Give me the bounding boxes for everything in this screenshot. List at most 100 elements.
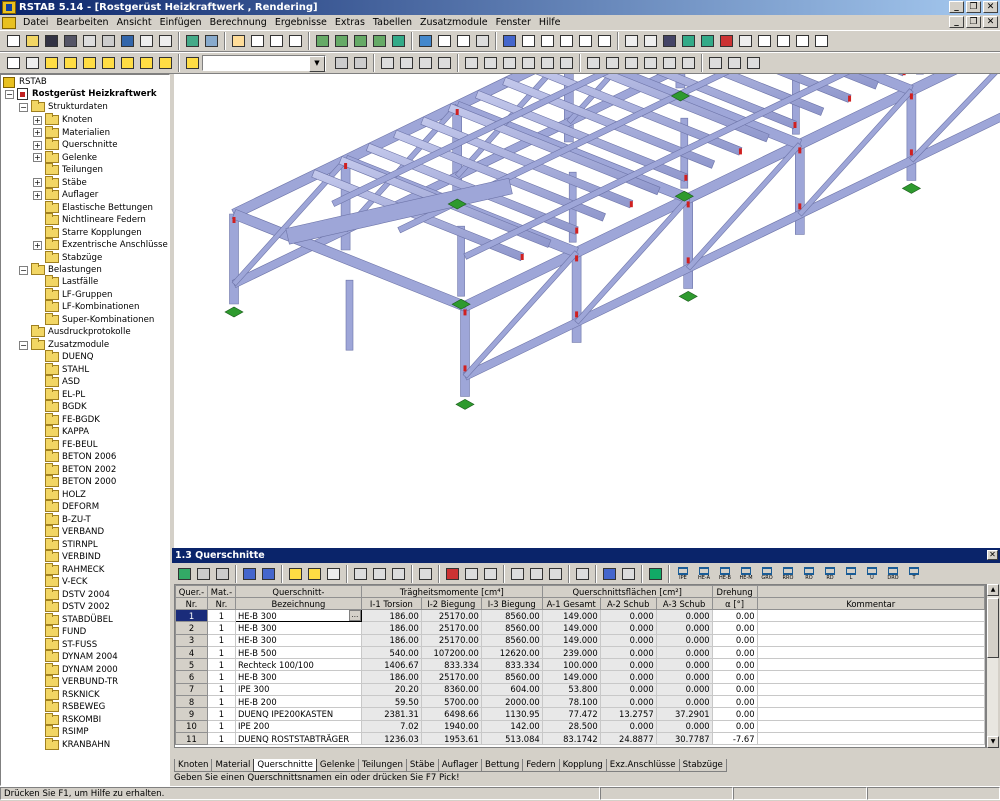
column-7[interactable] [572,252,581,342]
cell-nr[interactable]: 11 [176,732,208,744]
table-row[interactable]: 71IPE 30020.208360.00604.0053.8000.0000.… [176,683,985,695]
column-0[interactable] [230,214,239,304]
row-delete-icon[interactable] [370,565,388,583]
cell-mat[interactable]: 1 [207,683,235,695]
col-kommentar[interactable]: Kommentar [757,598,984,610]
tab-querschnitte[interactable]: Querschnitte [253,759,317,772]
tab-bettung[interactable]: Bettung [481,759,523,772]
table-row[interactable]: 41HE-B 500540.00107200.0012620.00239.000… [176,646,985,658]
col-a1[interactable]: A-1 Gesamt [542,598,600,610]
cell-a2[interactable]: 0.000 [600,646,656,658]
col-i2[interactable]: I-2 Biegung [421,598,481,610]
support-71[interactable] [679,291,697,301]
cell-nr[interactable]: 4 [176,646,208,658]
tab-sta-be[interactable]: Stäbe [406,759,439,772]
tree-struktur[interactable]: − Strukturdaten [19,101,108,114]
member-icon[interactable] [679,32,697,50]
tree-module-beton-2002[interactable]: BETON 2002 [45,464,116,477]
tree-module-st-fuss[interactable]: ST-FUSS [45,639,97,652]
window-icon[interactable] [519,32,537,50]
copy-icon[interactable] [137,54,155,72]
save-icon[interactable] [42,32,60,50]
moment-icon[interactable] [500,54,518,72]
cell-a2[interactable]: 0.000 [600,720,656,732]
cell-i2[interactable]: 25170.00 [421,610,481,622]
tree-module-rahmeck[interactable]: RAHMECK [45,564,104,577]
section-dro-icon[interactable]: DRO [883,565,903,583]
cell-nr[interactable]: 10 [176,720,208,732]
cell-komm[interactable] [757,696,984,708]
zoom-icon[interactable] [248,32,266,50]
rendered-steel-structure[interactable] [174,74,1000,548]
cell-mat[interactable]: 1 [207,708,235,720]
cell-a1[interactable]: 53.800 [542,683,600,695]
menu-tabellen[interactable]: Tabellen [369,17,416,28]
cell-mat[interactable]: 1 [207,720,235,732]
tree-item-stabzu-ge[interactable]: Stabzüge [33,252,102,265]
prev-icon[interactable] [332,54,350,72]
cell-a3[interactable]: 0.000 [656,720,712,732]
cell-alpha[interactable]: -7.67 [712,732,757,744]
tree-item-auflager[interactable]: +Auflager [33,189,98,202]
table-scrollbar[interactable]: ▲ ▼ [986,584,998,748]
cell-alpha[interactable]: 0.00 [712,671,757,683]
cell-komm[interactable] [757,708,984,720]
load-icon[interactable] [473,32,491,50]
tree-module-beton-2000[interactable]: BETON 2000 [45,476,116,489]
cell-nr[interactable]: 2 [176,622,208,634]
cell-name[interactable]: HE-B 300 [235,634,361,646]
cell-komm[interactable] [757,671,984,683]
shear-icon[interactable] [519,54,537,72]
cell-i3[interactable]: 8560.00 [481,634,542,646]
import-icon[interactable] [194,565,212,583]
menu-einfuegen[interactable]: Einfügen [156,17,206,28]
cell-a1[interactable]: 149.000 [542,610,600,622]
tree-ausdruck[interactable]: Ausdruckprotokolle [31,326,131,339]
cell-i1[interactable]: 7.02 [361,720,421,732]
arrow-right-icon[interactable] [259,565,277,583]
expand-icon[interactable]: + [33,191,42,200]
tree-module-verbind[interactable]: VERBIND [45,551,101,564]
library-icon[interactable] [600,565,618,583]
cell-a1[interactable]: 239.000 [542,646,600,658]
settings-icon[interactable] [573,565,591,583]
scroll-up-icon[interactable]: ▲ [987,584,999,596]
tree-module-stirnpl[interactable]: STIRNPL [45,539,98,552]
tree-root[interactable]: RSTAB [3,76,47,89]
row-insert-icon[interactable] [351,565,369,583]
cell-a3[interactable]: 37.2901 [656,708,712,720]
column-12[interactable] [346,280,353,350]
restore-button[interactable]: ❐ [966,1,981,13]
measure-icon[interactable] [774,32,792,50]
cell-name[interactable]: HE-B 300 [235,671,361,683]
view-x-icon[interactable] [332,32,350,50]
cell-mat[interactable]: 1 [207,622,235,634]
col-quer[interactable]: Nr. [176,598,208,610]
report-icon[interactable] [744,54,762,72]
expand-icon[interactable]: + [33,178,42,187]
cell-name[interactable]: Rechteck 100/100 [235,659,361,671]
view-iso-icon[interactable] [313,32,331,50]
cell-i3[interactable]: 8560.00 [481,622,542,634]
cell-name[interactable]: HE-B 200 [235,696,361,708]
section-he-a-icon[interactable]: HE-A [694,565,714,583]
col-a3[interactable]: A-3 Schub [656,598,712,610]
cell-i3[interactable]: 8560.00 [481,610,542,622]
scale-icon[interactable] [660,54,678,72]
torsion-icon[interactable] [557,54,575,72]
filter-off-icon[interactable] [305,565,323,583]
tree-item-lf-kombinationen[interactable]: LF-Kombinationen [45,301,139,314]
cell-komm[interactable] [757,622,984,634]
cell-alpha[interactable]: 0.00 [712,720,757,732]
cell-i1[interactable]: 186.00 [361,622,421,634]
cell-i1[interactable]: 540.00 [361,646,421,658]
cell-nr[interactable]: 6 [176,671,208,683]
cell-a1[interactable]: 28.500 [542,720,600,732]
cell-nr[interactable]: 5 [176,659,208,671]
graph-icon[interactable] [595,32,613,50]
cell-a3[interactable]: 0.000 [656,634,712,646]
pan-hand-icon[interactable] [229,32,247,50]
tree-module-asd[interactable]: ASD [45,376,80,389]
cell-mat[interactable]: 1 [207,659,235,671]
collapse-icon[interactable]: − [19,103,28,112]
